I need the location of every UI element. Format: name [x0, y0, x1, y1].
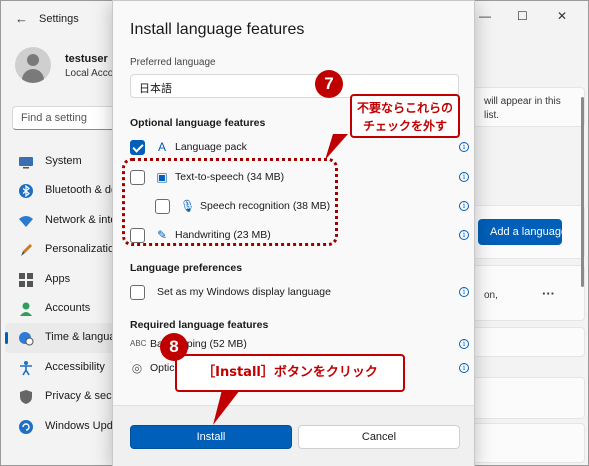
brush-icon — [21, 244, 32, 257]
sidebar-item-label: Apps — [45, 272, 71, 285]
close-button[interactable]: ✕ — [557, 9, 567, 23]
sidebar-item-personalization[interactable]: Personalization — [1, 235, 121, 264]
required-features-heading: Required language features — [130, 319, 269, 331]
search-input[interactable]: Find a setting — [12, 106, 122, 130]
partial-text: on, — [484, 290, 498, 301]
option-language-pack[interactable]: A Language pack i — [130, 137, 469, 159]
shield-icon — [20, 390, 32, 405]
user-profile: testuser Local Account — [15, 47, 127, 83]
info-icon[interactable]: i — [459, 339, 469, 349]
dialog-title: Install language features — [130, 21, 305, 38]
ocr-icon: ◎ — [131, 361, 143, 375]
scrollbar[interactable] — [581, 97, 584, 287]
display-language-checkbox[interactable] — [130, 285, 145, 300]
callout-text: 不要ならこれらの — [356, 101, 453, 115]
user-name: testuser — [65, 53, 108, 65]
info-card: will appear in this list. — [467, 87, 585, 127]
sidebar-item-bluetooth[interactable]: Bluetooth & devices — [1, 176, 121, 205]
window-title: Settings — [39, 13, 79, 25]
add-language-button[interactable]: Add a language — [478, 219, 562, 245]
step-8-callout: ［Install］ボタンをクリック — [175, 354, 405, 392]
avatar — [15, 47, 51, 83]
minimize-button[interactable]: — — [479, 9, 491, 23]
monitor-icon — [19, 157, 33, 169]
option-label: Set as my Windows display language — [157, 286, 331, 298]
sidebar-item-label: Accounts — [45, 301, 91, 314]
sidebar-item-label: Windows Update — [45, 419, 121, 432]
info-icon[interactable]: i — [459, 201, 469, 211]
sidebar-item-network[interactable]: Network & internet — [1, 206, 121, 235]
sidebar-item-accounts[interactable]: Accounts — [1, 294, 121, 323]
sidebar-item-label: Network & internet — [45, 213, 121, 226]
keyboard-abc-icon: ABC — [130, 339, 147, 348]
step-7-badge: 7 — [315, 70, 343, 98]
language-preferences-heading: Language preferences — [130, 262, 243, 274]
update-icon — [19, 419, 33, 434]
settings-content-edge: will appear in this list. Add a language… — [463, 37, 589, 466]
install-button[interactable]: Install — [130, 425, 292, 449]
sidebar-item-label: Privacy & security — [45, 390, 121, 403]
cancel-button[interactable]: Cancel — [298, 425, 460, 449]
callout-text: チェックを外す — [362, 119, 447, 133]
preferred-language-label: Preferred language — [130, 57, 216, 68]
partial-text: will appear in this — [484, 96, 561, 107]
step-7-callout: 不要ならこれらの チェックを外す — [350, 94, 460, 138]
info-icon[interactable]: i — [459, 230, 469, 240]
info-icon[interactable]: i — [459, 172, 469, 182]
optional-features-heading: Optional language features — [130, 117, 266, 129]
dialog-footer: Install Cancel — [113, 405, 474, 466]
sidebar-nav: System Bluetooth & devices Network & int… — [1, 147, 121, 441]
maximize-button[interactable]: ☐ — [517, 9, 528, 23]
wifi-icon — [19, 215, 33, 227]
apps-icon — [19, 272, 33, 287]
sidebar-item-privacy[interactable]: Privacy & security — [1, 382, 121, 411]
person-icon — [20, 302, 32, 316]
sidebar-item-accessibility[interactable]: Accessibility — [1, 353, 121, 382]
callout-text: ［Install］ボタンをクリック — [202, 365, 378, 380]
partial-text: list. — [484, 110, 499, 121]
more-options-button[interactable]: ··· — [542, 286, 555, 301]
sidebar-item-apps[interactable]: Apps — [1, 265, 121, 294]
settings-card — [467, 423, 585, 463]
highlight-optional-features — [122, 158, 338, 246]
accessibility-icon — [20, 360, 32, 376]
settings-card — [467, 377, 585, 419]
language-pack-icon: A — [157, 140, 166, 154]
globe-clock-icon — [19, 332, 34, 346]
sidebar-item-label: Personalization — [45, 243, 121, 256]
info-icon[interactable]: i — [459, 363, 469, 373]
sidebar-item-label: System — [45, 155, 82, 167]
option-display-language[interactable]: Set as my Windows display language i — [130, 282, 469, 304]
back-arrow-icon[interactable]: ← — [15, 11, 28, 26]
info-icon[interactable]: i — [459, 287, 469, 297]
sidebar-item-label: Bluetooth & devices — [45, 184, 121, 197]
sidebar-item-time-language[interactable]: Time & language — [5, 323, 117, 353]
sidebar-item-label: Accessibility — [45, 360, 105, 373]
add-language-card: Add a language — [467, 205, 585, 259]
bluetooth-icon — [19, 184, 33, 199]
sidebar-item-system[interactable]: System — [1, 147, 121, 176]
option-label: Language pack — [175, 141, 247, 153]
language-card: on, ··· — [467, 265, 585, 321]
language-pack-checkbox[interactable] — [130, 140, 145, 155]
step-8-badge: 8 — [160, 333, 188, 361]
info-icon[interactable]: i — [459, 142, 469, 152]
sidebar-item-windows-update[interactable]: Windows Update — [1, 412, 121, 441]
settings-card — [467, 327, 585, 357]
sidebar-item-label: Time & language — [45, 331, 117, 344]
